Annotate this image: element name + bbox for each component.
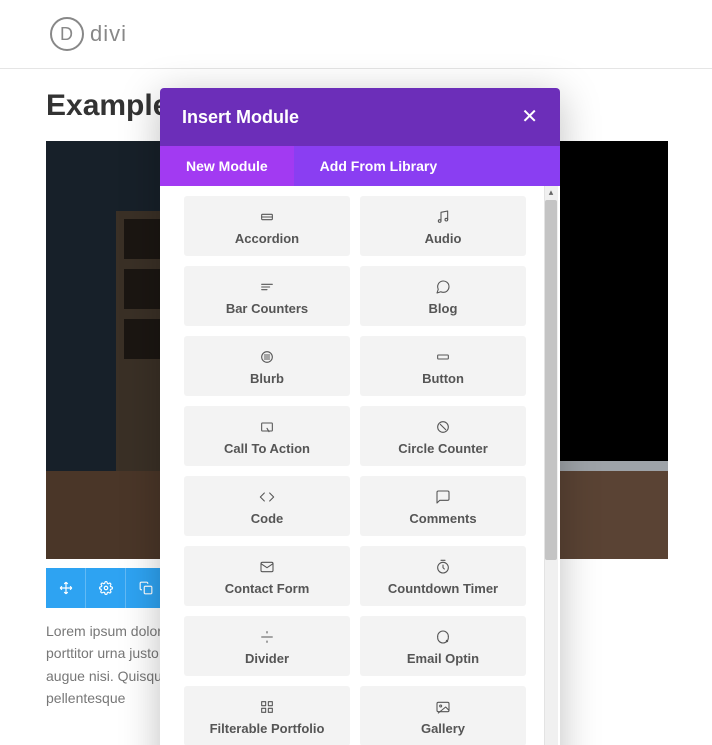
comments-icon: [435, 487, 451, 507]
module-item-filterable-portfolio[interactable]: Filterable Portfolio: [184, 686, 350, 745]
module-label: Code: [251, 511, 284, 526]
gear-icon: [99, 581, 113, 595]
module-item-comments[interactable]: Comments: [360, 476, 526, 536]
scrollbar-thumb[interactable]: [545, 200, 557, 560]
divider-icon: [259, 627, 275, 647]
close-icon: ✕: [521, 106, 538, 128]
countdown-timer-icon: [435, 557, 451, 577]
module-item-bar-counters[interactable]: Bar Counters: [184, 266, 350, 326]
module-label: Divider: [245, 651, 289, 666]
logo-text: divi: [90, 21, 127, 47]
modal-title: Insert Module: [182, 107, 299, 128]
module-label: Circle Counter: [398, 441, 488, 456]
module-label: Email Optin: [407, 651, 479, 666]
modal-header: Insert Module ✕: [160, 88, 560, 146]
filterable-portfolio-icon: [259, 697, 275, 717]
module-item-blog[interactable]: Blog: [360, 266, 526, 326]
module-label: Contact Form: [225, 581, 310, 596]
module-item-email-optin[interactable]: Email Optin: [360, 616, 526, 676]
app-header: D divi: [0, 0, 712, 69]
modal-close-button[interactable]: ✕: [521, 107, 538, 127]
logo-mark: D: [50, 17, 84, 51]
module-label: Blurb: [250, 371, 284, 386]
bar-counters-icon: [259, 277, 275, 297]
tab-new-module[interactable]: New Module: [160, 146, 294, 186]
module-item-blurb[interactable]: Blurb: [184, 336, 350, 396]
module-item-call-to-action[interactable]: Call To Action: [184, 406, 350, 466]
email-optin-icon: [435, 627, 451, 647]
code-icon: [259, 487, 275, 507]
circle-counter-icon: [435, 417, 451, 437]
move-button[interactable]: [46, 568, 86, 608]
contact-form-icon: [259, 557, 275, 577]
duplicate-icon: [139, 581, 153, 595]
modal-body: Accordion Audio Bar Counters Blog Blurb Butto…: [160, 186, 560, 745]
module-label: Call To Action: [224, 441, 310, 456]
modal-tabs: New Module Add From Library: [160, 146, 560, 186]
module-item-accordion[interactable]: Accordion: [184, 196, 350, 256]
accordion-icon: [259, 207, 275, 227]
tab-add-from-library[interactable]: Add From Library: [294, 146, 463, 186]
module-item-audio[interactable]: Audio: [360, 196, 526, 256]
module-label: Accordion: [235, 231, 299, 246]
module-item-gallery[interactable]: Gallery: [360, 686, 526, 745]
blurb-icon: [259, 347, 275, 367]
module-item-code[interactable]: Code: [184, 476, 350, 536]
insert-module-modal: Insert Module ✕ New Module Add From Libr…: [160, 88, 560, 745]
logo: D divi: [50, 17, 127, 51]
module-item-button[interactable]: Button: [360, 336, 526, 396]
module-item-countdown-timer[interactable]: Countdown Timer: [360, 546, 526, 606]
module-item-circle-counter[interactable]: Circle Counter: [360, 406, 526, 466]
blog-icon: [435, 277, 451, 297]
gallery-icon: [435, 697, 451, 717]
modules-grid: Accordion Audio Bar Counters Blog Blurb Butto…: [184, 196, 526, 745]
module-label: Button: [422, 371, 464, 386]
move-icon: [59, 581, 73, 595]
module-label: Comments: [409, 511, 476, 526]
audio-icon: [435, 207, 451, 227]
module-item-contact-form[interactable]: Contact Form: [184, 546, 350, 606]
module-label: Bar Counters: [226, 301, 308, 316]
modal-scrollbar[interactable]: ▴: [540, 186, 560, 745]
module-label: Gallery: [421, 721, 465, 736]
module-label: Blog: [429, 301, 458, 316]
settings-button[interactable]: [86, 568, 126, 608]
module-label: Audio: [425, 231, 462, 246]
button-icon: [435, 347, 451, 367]
scroll-up-arrow-icon[interactable]: ▴: [545, 186, 557, 198]
module-label: Filterable Portfolio: [210, 721, 325, 736]
module-label: Countdown Timer: [388, 581, 498, 596]
call-to-action-icon: [259, 417, 275, 437]
module-item-divider[interactable]: Divider: [184, 616, 350, 676]
